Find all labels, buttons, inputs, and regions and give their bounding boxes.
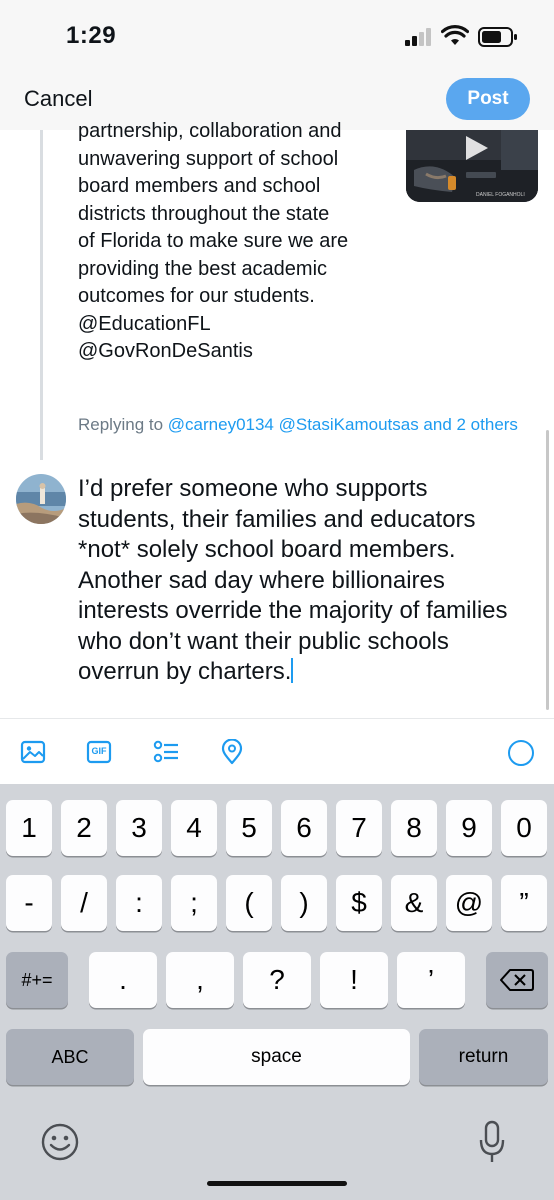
- status-bar: 1:29: [0, 0, 554, 70]
- symbols-key[interactable]: #+=: [6, 952, 68, 1008]
- quoted-line: unwavering support of school: [78, 147, 339, 170]
- thread-connector-line: [40, 130, 43, 460]
- quoted-line: partnership, collaboration and: [78, 120, 342, 142]
- cellular-signal-icon: [405, 28, 435, 46]
- key-colon[interactable]: :: [116, 875, 162, 931]
- quoted-tweet-video-thumbnail[interactable]: DANIEL FOGANHOLI: [406, 130, 538, 202]
- key-exclamation[interactable]: !: [320, 952, 388, 1008]
- image-icon[interactable]: [20, 739, 46, 765]
- key-9[interactable]: 9: [446, 800, 492, 856]
- scroll-indicator: [546, 430, 549, 710]
- key-open-paren[interactable]: (: [226, 875, 272, 931]
- replying-handles-link[interactable]: @carney0134 @StasiKamoutsas and 2 others: [168, 415, 518, 434]
- key-ampersand[interactable]: &: [391, 875, 437, 931]
- backspace-icon: [500, 969, 534, 991]
- return-key[interactable]: return: [419, 1029, 548, 1085]
- key-hyphen[interactable]: -: [6, 875, 52, 931]
- delete-key[interactable]: [486, 952, 548, 1008]
- compose-toolbar: GIF: [0, 718, 554, 784]
- quoted-line: providing the best academic: [78, 257, 328, 280]
- key-0[interactable]: 0: [501, 800, 547, 856]
- avatar-image: [16, 474, 66, 524]
- wifi-icon: [441, 25, 469, 45]
- battery-icon: [478, 27, 517, 47]
- text-cursor: [291, 658, 294, 683]
- key-7[interactable]: 7: [336, 800, 382, 856]
- key-6[interactable]: 6: [281, 800, 327, 856]
- quoted-line: outcomes for our students.: [78, 285, 315, 307]
- quoted-line: districts throughout the state: [78, 202, 330, 225]
- key-dollar[interactable]: $: [336, 875, 382, 931]
- home-indicator: [207, 1181, 347, 1186]
- quoted-line: board members and school: [78, 175, 321, 197]
- cancel-button[interactable]: Cancel: [24, 86, 92, 112]
- space-key[interactable]: space: [143, 1029, 410, 1085]
- replying-prefix: Replying to: [78, 415, 168, 434]
- key-1[interactable]: 1: [6, 800, 52, 856]
- emoji-icon[interactable]: [40, 1122, 80, 1162]
- key-period[interactable]: .: [89, 952, 157, 1008]
- key-8[interactable]: 8: [391, 800, 437, 856]
- abc-key[interactable]: ABC: [6, 1029, 134, 1085]
- avatar[interactable]: [16, 474, 66, 524]
- replying-to-line[interactable]: Replying to @carney0134 @StasiKamoutsas …: [78, 411, 518, 438]
- key-semicolon[interactable]: ;: [171, 875, 217, 931]
- key-2[interactable]: 2: [61, 800, 107, 856]
- key-question[interactable]: ?: [243, 952, 311, 1008]
- key-3[interactable]: 3: [116, 800, 162, 856]
- key-at[interactable]: @: [446, 875, 492, 931]
- status-time: 1:29: [66, 22, 117, 49]
- poll-icon[interactable]: [153, 739, 179, 765]
- key-comma[interactable]: ,: [166, 952, 234, 1008]
- gif-label: GIF: [91, 746, 107, 756]
- key-slash[interactable]: /: [61, 875, 107, 931]
- quoted-line: @GovRonDeSantis: [78, 340, 253, 362]
- reply-text: I’d prefer someone who supports students…: [78, 475, 508, 685]
- microphone-icon[interactable]: [478, 1120, 506, 1164]
- key-quote[interactable]: ”: [501, 875, 547, 931]
- quoted-line: @EducationFL: [78, 312, 211, 335]
- video-caption: DANIEL FOGANHOLI: [476, 192, 525, 198]
- key-close-paren[interactable]: ): [281, 875, 327, 931]
- location-icon[interactable]: [219, 739, 245, 765]
- quoted-line: of Florida to make sure we are: [78, 230, 349, 252]
- post-button[interactable]: Post: [446, 78, 530, 120]
- key-4[interactable]: 4: [171, 800, 217, 856]
- key-apostrophe[interactable]: ’: [397, 952, 465, 1008]
- reply-textarea[interactable]: I’d prefer someone who supports students…: [78, 474, 528, 688]
- key-5[interactable]: 5: [226, 800, 272, 856]
- keyboard: 1 2 3 4 5 6 7 8 9 0 - / : ; ( ) $ & @ ” …: [0, 784, 554, 1200]
- character-count-ring: [508, 740, 534, 766]
- quoted-tweet-text: partnership, collaboration and unwaverin…: [78, 118, 378, 366]
- gif-icon[interactable]: GIF: [86, 739, 112, 765]
